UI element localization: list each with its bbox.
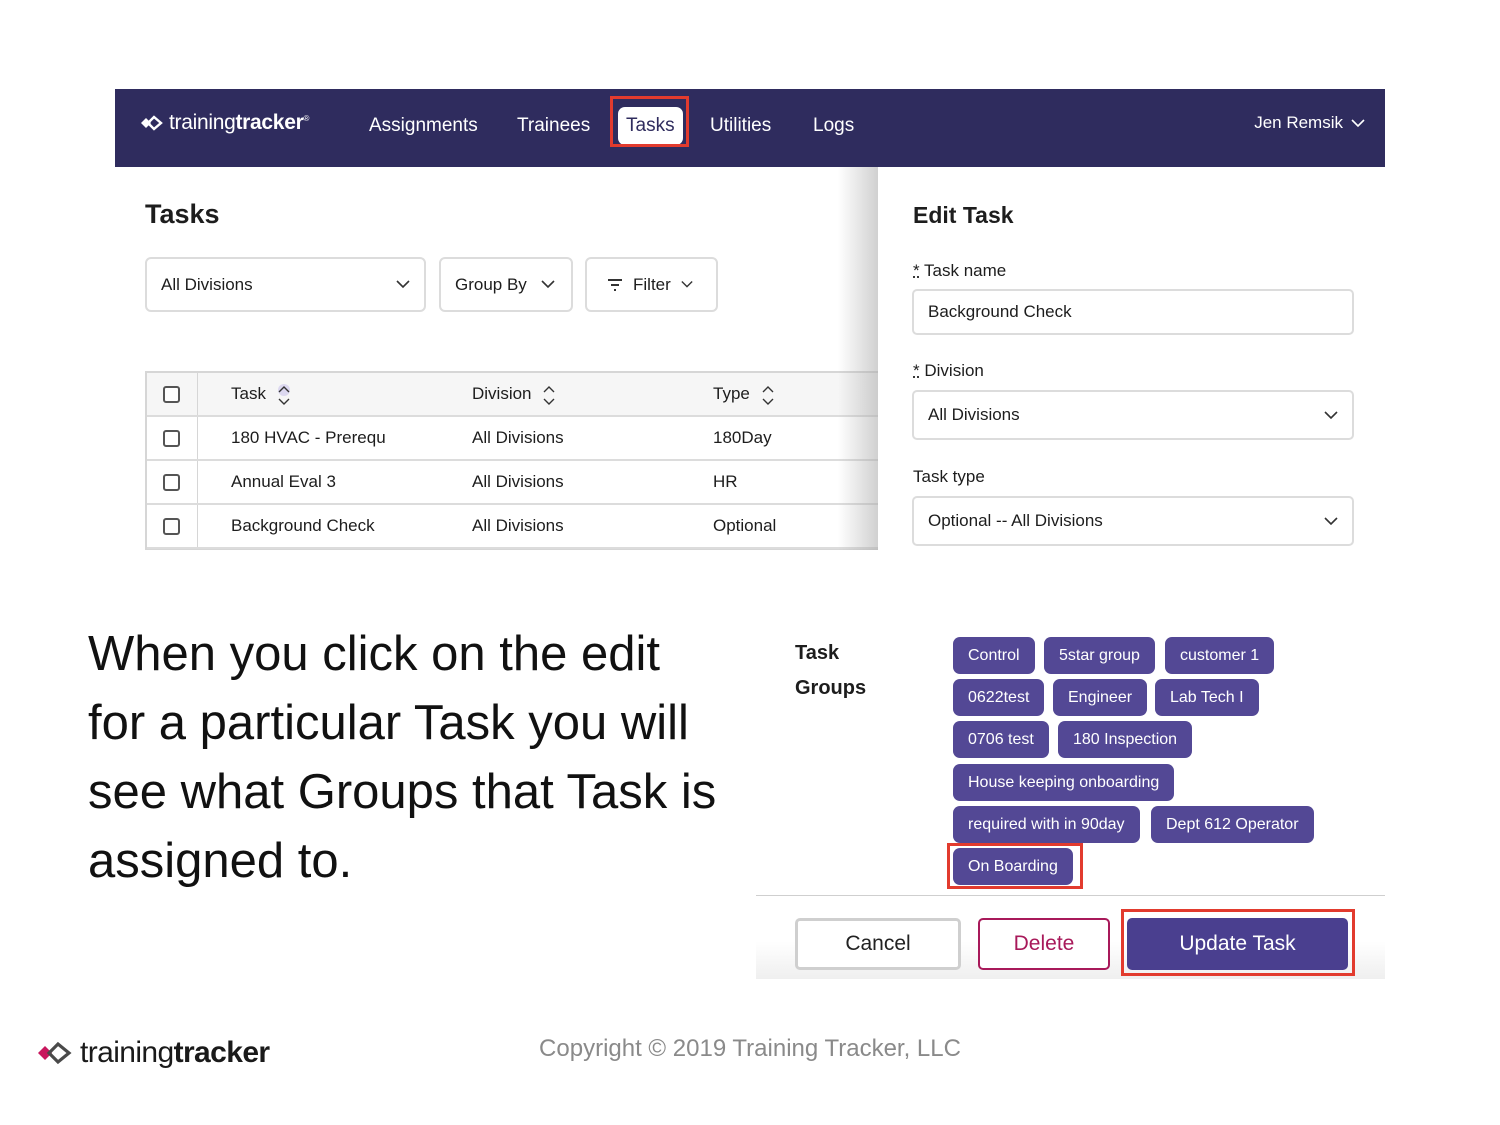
table-row[interactable]: Annual Eval 3 All Divisions HR bbox=[147, 461, 878, 505]
brand-name: trainingtracker® bbox=[169, 111, 310, 134]
task-type-value: Optional -- All Divisions bbox=[928, 511, 1103, 530]
user-menu[interactable]: Jen Remsik bbox=[1254, 113, 1365, 133]
division-label: * Division bbox=[913, 361, 984, 380]
division-dropdown[interactable]: All Divisions bbox=[912, 390, 1354, 440]
select-all-checkbox[interactable] bbox=[163, 386, 180, 403]
column-divider bbox=[197, 373, 198, 415]
update-button-highlight bbox=[1121, 909, 1355, 976]
task-name-label: * Task name bbox=[913, 261, 1007, 280]
row-checkbox[interactable] bbox=[163, 430, 180, 447]
sort-ascending-icon bbox=[277, 383, 290, 405]
column-header-task-label: Task bbox=[231, 384, 266, 403]
division-select[interactable]: All Divisions bbox=[145, 257, 426, 312]
task-type-dropdown[interactable]: Optional -- All Divisions bbox=[912, 496, 1354, 546]
column-divider bbox=[197, 461, 198, 503]
cell-division: All Divisions bbox=[472, 472, 564, 491]
task-type-label: Task type bbox=[913, 467, 985, 486]
tasks-list-panel: Tasks All Divisions Group By Filter Task… bbox=[115, 167, 878, 550]
cell-division: All Divisions bbox=[472, 516, 564, 535]
task-name-input[interactable]: Background Check bbox=[912, 289, 1354, 335]
cell-task: 180 HVAC - Prerequ bbox=[231, 428, 386, 447]
group-chip[interactable]: House keeping onboarding bbox=[953, 764, 1175, 801]
cell-type: Optional bbox=[713, 516, 777, 535]
group-chip[interactable]: Engineer bbox=[1053, 679, 1148, 716]
panel-shadow bbox=[838, 167, 878, 550]
task-name-value: Background Check bbox=[928, 302, 1072, 321]
table-row[interactable]: Background Check All Divisions Optional bbox=[147, 505, 878, 549]
group-chip[interactable]: 5star group bbox=[1044, 637, 1155, 674]
group-chip[interactable]: Control bbox=[953, 637, 1035, 674]
group-chip[interactable]: 0622test bbox=[953, 679, 1045, 716]
top-nav-bar: trainingtracker® Assignments Trainees Ta… bbox=[115, 89, 1385, 167]
brand-mark-icon bbox=[38, 1041, 72, 1065]
column-divider bbox=[197, 417, 198, 459]
chevron-down-icon bbox=[1351, 118, 1365, 127]
task-groups-label: Task Groups bbox=[795, 642, 867, 699]
group-chip[interactable]: required with in 90day bbox=[953, 806, 1140, 843]
table-header-row: Task Division Type bbox=[147, 373, 878, 417]
filter-label: Filter bbox=[633, 274, 671, 294]
on-boarding-highlight bbox=[947, 843, 1083, 889]
chevron-down-icon bbox=[1324, 410, 1338, 419]
slide-caption: When you click on the edit for a particu… bbox=[88, 627, 717, 888]
chevron-down-icon bbox=[1324, 516, 1338, 525]
column-header-division[interactable]: Division bbox=[472, 373, 556, 415]
chevron-down-icon bbox=[541, 280, 555, 289]
cell-task: Annual Eval 3 bbox=[231, 472, 336, 491]
cell-task: Background Check bbox=[231, 516, 375, 535]
group-chip[interactable]: customer 1 bbox=[1165, 637, 1275, 674]
page-title: Tasks bbox=[145, 199, 220, 229]
filter-icon bbox=[608, 278, 622, 291]
group-chip[interactable]: 0706 test bbox=[953, 721, 1049, 758]
tasks-table: Task Division Type 180 HVAC - Prerequ Al… bbox=[145, 371, 878, 550]
footer-brand-name: trainingtracker bbox=[80, 1036, 270, 1069]
table-row[interactable]: 180 HVAC - Prerequ All Divisions 180Day bbox=[147, 417, 878, 461]
cell-type: 180Day bbox=[713, 428, 772, 447]
brand-logo[interactable]: trainingtracker® bbox=[139, 111, 309, 135]
cell-type: HR bbox=[713, 472, 738, 491]
nav-logs[interactable]: Logs bbox=[805, 107, 862, 145]
sort-icon bbox=[543, 385, 555, 405]
cancel-button[interactable]: Cancel bbox=[795, 918, 961, 970]
division-dropdown-value: All Divisions bbox=[928, 405, 1020, 424]
column-header-type-label: Type bbox=[713, 384, 750, 403]
row-checkbox[interactable] bbox=[163, 518, 180, 535]
column-header-task[interactable]: Task bbox=[231, 373, 291, 415]
tasks-tab-highlight bbox=[610, 96, 689, 147]
brand-mark-icon bbox=[141, 115, 163, 131]
user-name: Jen Remsik bbox=[1254, 113, 1343, 132]
group-chip[interactable]: 180 Inspection bbox=[1058, 721, 1193, 758]
column-divider bbox=[197, 505, 198, 547]
column-header-type[interactable]: Type bbox=[713, 373, 775, 415]
footer-logo: trainingtracker bbox=[36, 1036, 270, 1070]
edit-task-title: Edit Task bbox=[913, 202, 1014, 228]
chevron-down-icon bbox=[396, 280, 410, 289]
group-by-label: Group By bbox=[455, 274, 527, 294]
column-header-division-label: Division bbox=[472, 384, 532, 403]
nav-assignments[interactable]: Assignments bbox=[361, 107, 486, 145]
nav-trainees[interactable]: Trainees bbox=[509, 107, 598, 145]
chevron-down-icon bbox=[681, 281, 693, 288]
cell-division: All Divisions bbox=[472, 428, 564, 447]
group-chip[interactable]: Lab Tech I bbox=[1155, 679, 1259, 716]
group-chip[interactable]: Dept 612 Operator bbox=[1151, 806, 1314, 843]
division-select-value: All Divisions bbox=[161, 274, 253, 294]
nav-utilities[interactable]: Utilities bbox=[702, 107, 779, 145]
delete-button[interactable]: Delete bbox=[978, 918, 1110, 970]
sort-icon bbox=[762, 385, 774, 405]
group-by-select[interactable]: Group By bbox=[439, 257, 573, 312]
filter-button[interactable]: Filter bbox=[585, 257, 718, 312]
row-checkbox[interactable] bbox=[163, 474, 180, 491]
